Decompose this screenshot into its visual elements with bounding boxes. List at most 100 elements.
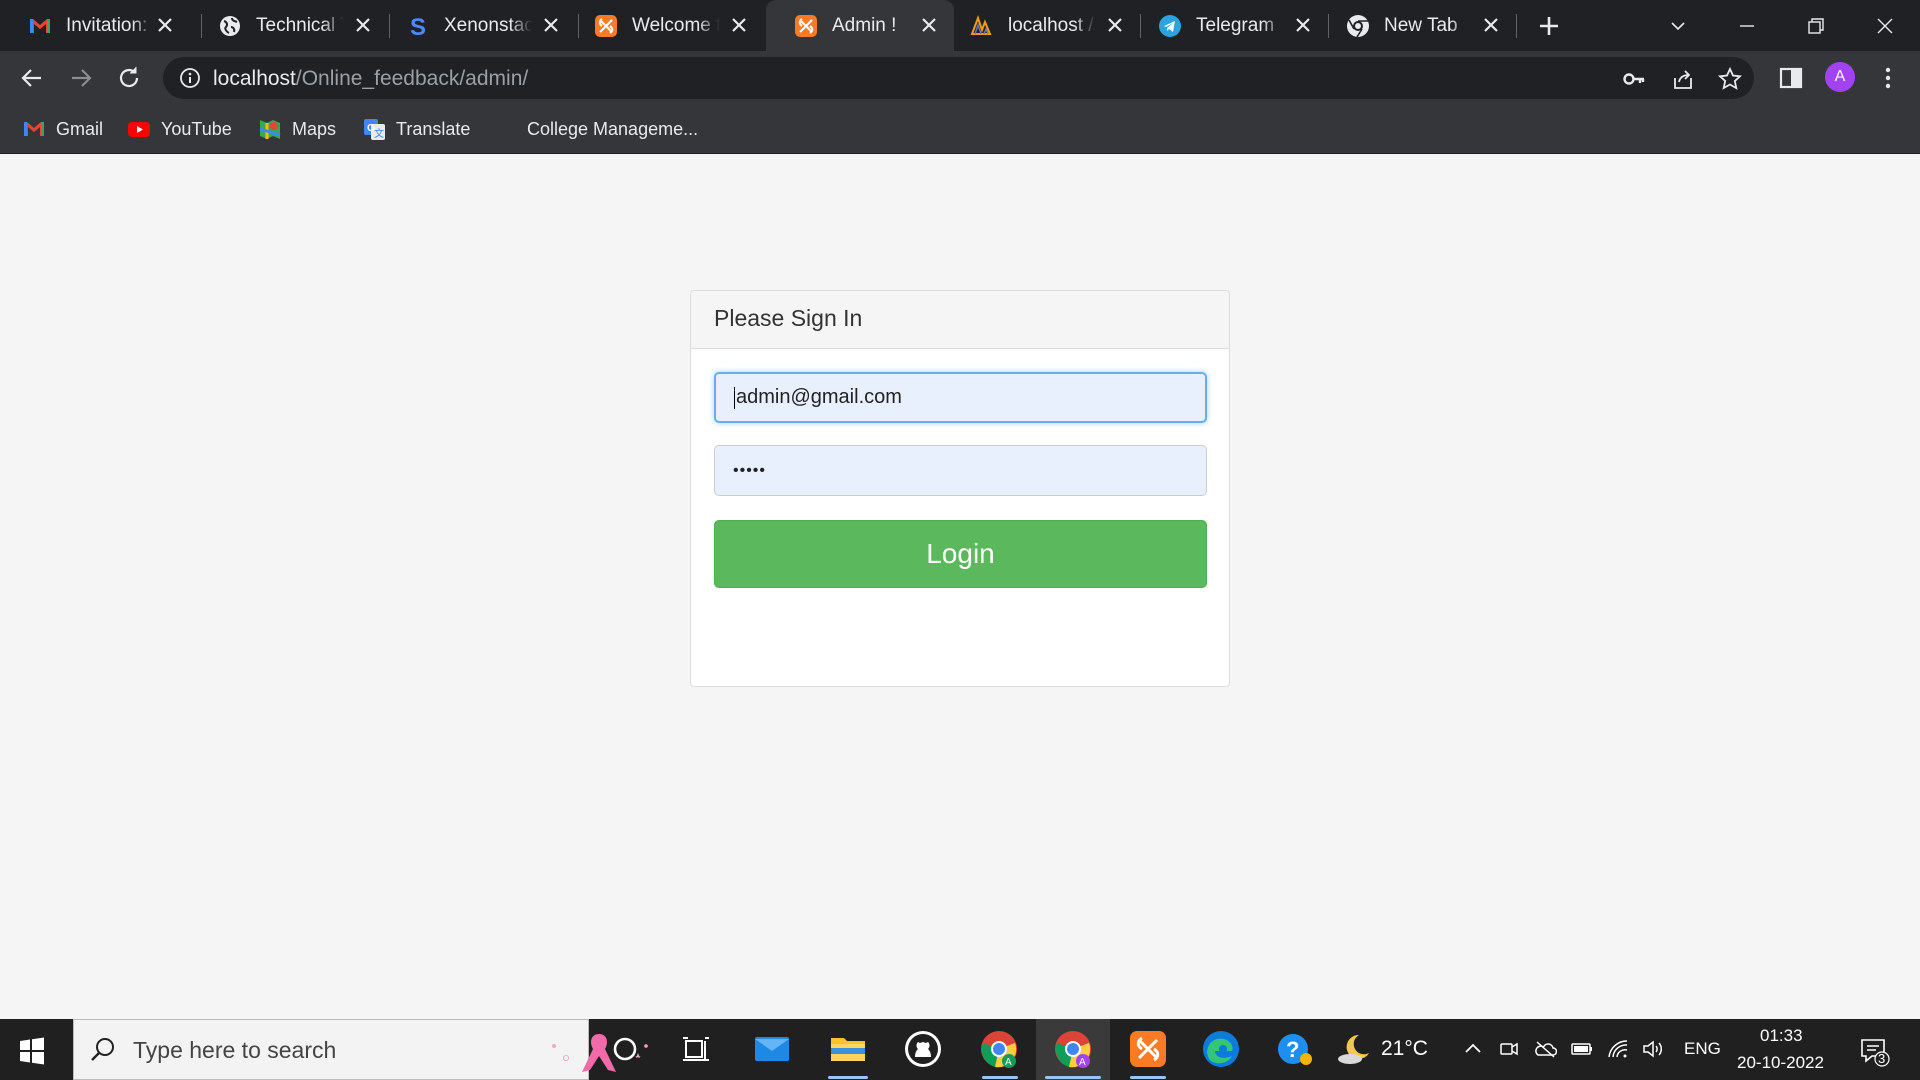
panel-heading: Please Sign In (691, 291, 1229, 349)
youtube-icon (128, 122, 150, 137)
weather-temperature[interactable]: 21°C (1381, 1037, 1428, 1061)
tab-admin[interactable]: Admin ! (766, 0, 954, 51)
reload-icon[interactable] (115, 64, 143, 92)
login-button[interactable]: Login (714, 520, 1207, 588)
bookmark-label: Gmail (56, 118, 104, 139)
cortana-icon[interactable] (605, 1029, 645, 1069)
minimize-icon[interactable] (1733, 12, 1761, 40)
password-field[interactable]: ••••• (714, 445, 1207, 496)
email-value: admin@gmail.com (736, 386, 902, 408)
tab-telegram[interactable]: Telegram (1130, 0, 1328, 51)
tab-localhost[interactable]: localhost / (942, 0, 1140, 51)
s-logo-icon: S (410, 14, 426, 38)
xampp-icon (595, 14, 617, 37)
tab-invitation[interactable]: Invitation: T (0, 0, 190, 51)
tab-strip: Invitation: T Technical Ta S Xenonstack … (0, 0, 1920, 51)
tray-expand-chevron-icon[interactable] (1461, 1037, 1485, 1061)
bookmark-youtube[interactable]: YouTube (127, 115, 232, 143)
restore-icon[interactable] (1802, 12, 1830, 40)
gmail-icon (24, 122, 44, 136)
bookmark-college-management[interactable]: College Manageme... (527, 115, 698, 143)
onedrive-icon[interactable] (1533, 1037, 1557, 1061)
chrome-running-indicator (982, 1076, 1018, 1079)
volume-icon[interactable] (1641, 1037, 1665, 1061)
tab-welcome[interactable]: Welcome to (566, 0, 764, 51)
chrome-profile-icon[interactable]: A (979, 1029, 1019, 1069)
chrome-active-icon[interactable]: A (1053, 1029, 1093, 1069)
tab-xenonstack[interactable]: S Xenonstack (378, 0, 576, 51)
wifi-icon[interactable] (1606, 1037, 1630, 1061)
menu-kebab-icon[interactable] (1875, 65, 1901, 91)
share-icon[interactable] (1671, 67, 1695, 91)
battery-icon[interactable] (1570, 1037, 1594, 1061)
close-icon[interactable] (540, 14, 562, 36)
forward-arrow-icon[interactable] (67, 64, 95, 92)
meet-now-icon[interactable] (1497, 1037, 1521, 1061)
explorer-running-indicator (828, 1076, 868, 1079)
close-icon[interactable] (728, 14, 750, 36)
bookmark-star-icon[interactable] (1718, 67, 1742, 91)
login-panel: Please Sign In admin@gmail.com ••••• Log… (690, 290, 1230, 687)
chrome-icon (1347, 14, 1369, 37)
url-text: localhost/Online_feedback/admin/ (213, 67, 528, 91)
email-field[interactable]: admin@gmail.com (714, 372, 1207, 423)
page-content: Please Sign In admin@gmail.com ••••• Log… (0, 155, 1920, 1019)
clock-date[interactable]: 20-10-2022 (1737, 1053, 1824, 1073)
language-indicator[interactable]: ENG (1684, 1039, 1721, 1059)
phpmyadmin-icon (970, 14, 992, 35)
bookmark-gmail[interactable]: Gmail (22, 115, 103, 143)
url-path: /Online_feedback/admin/ (295, 67, 529, 90)
close-icon[interactable] (154, 14, 176, 36)
windows-taskbar: Type here to search A A ? 21°C ENG 01:33… (0, 1019, 1920, 1080)
tab-title: Invitation: T (66, 14, 154, 36)
xampp-control-icon[interactable] (1128, 1029, 1168, 1069)
bookmark-label: Maps (292, 118, 337, 139)
clock-time[interactable]: 01:33 (1760, 1026, 1803, 1046)
tab-title: Admin ! (832, 14, 897, 36)
globe-icon (220, 15, 240, 36)
profile-avatar[interactable]: A (1825, 62, 1855, 92)
tab-separator (1516, 14, 1517, 38)
search-placeholder: Type here to search (133, 1037, 337, 1063)
password-mask: ••••• (733, 461, 767, 479)
tab-technical[interactable]: Technical Ta (190, 0, 388, 51)
close-icon[interactable] (918, 14, 940, 36)
edge-icon[interactable] (1201, 1029, 1241, 1069)
close-icon[interactable] (1480, 14, 1502, 36)
tab-title: Xenonstack (444, 14, 532, 36)
weather-moon-cloud-icon[interactable] (1334, 1029, 1374, 1069)
task-view-icon[interactable] (676, 1029, 716, 1069)
close-icon[interactable] (352, 14, 374, 36)
tab-search-chevron-icon[interactable] (1664, 12, 1692, 40)
url-host: localhost (213, 67, 296, 90)
svg-text:A: A (1005, 1057, 1012, 1068)
back-arrow-icon[interactable] (18, 64, 46, 92)
window-close-icon[interactable] (1871, 12, 1899, 40)
tab-new-tab[interactable]: New Tab (1318, 0, 1516, 51)
bookmark-translate[interactable]: G文 Translate (362, 115, 470, 143)
info-icon[interactable] (179, 67, 201, 89)
search-icon (91, 1038, 114, 1061)
taskbar-search-box[interactable]: Type here to search (73, 1019, 648, 1080)
close-icon[interactable] (1292, 14, 1314, 36)
svg-text:文: 文 (374, 127, 384, 140)
chrome-active-indicator (1045, 1076, 1101, 1079)
address-bar[interactable]: localhost/Online_feedback/admin/ (163, 57, 1754, 99)
file-explorer-icon[interactable] (828, 1029, 868, 1069)
bookmarks-bar: Gmail YouTube Maps G文 Translate College … (0, 104, 1920, 154)
mail-icon[interactable] (752, 1029, 792, 1069)
bookmark-label: College Manageme... (527, 118, 699, 139)
bookmark-label: YouTube (161, 118, 232, 139)
svg-text:S: S (410, 14, 426, 38)
windows-start-icon[interactable] (14, 1033, 50, 1069)
close-icon[interactable] (1104, 14, 1126, 36)
key-icon[interactable] (1622, 67, 1646, 91)
new-tab-plus-icon[interactable] (1536, 13, 1562, 39)
github-desktop-icon[interactable] (903, 1029, 943, 1069)
tab-title: New Tab (1384, 14, 1458, 36)
get-help-icon[interactable]: ? (1275, 1029, 1315, 1069)
bookmark-maps[interactable]: Maps (258, 115, 336, 143)
maps-icon (259, 120, 281, 139)
side-panel-icon[interactable] (1778, 65, 1804, 91)
tab-title: Welcome to (632, 14, 720, 36)
